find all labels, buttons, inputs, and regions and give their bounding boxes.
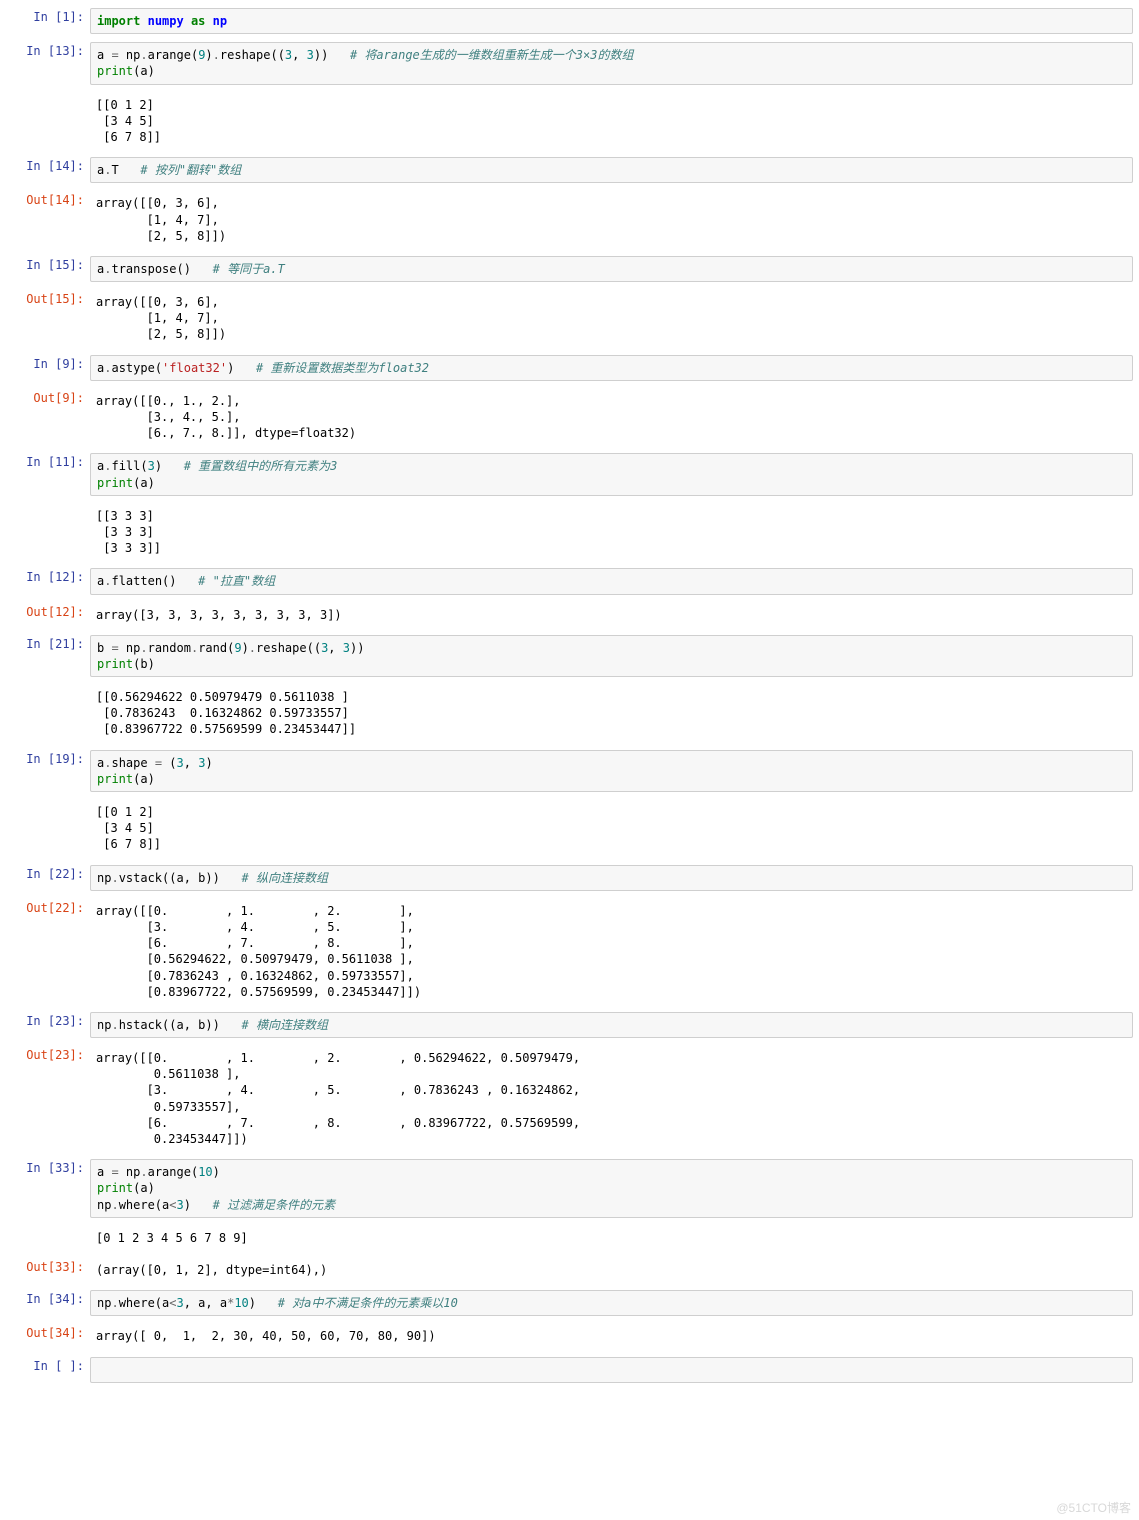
code-cell: In [1]:import numpy as np (0, 4, 1139, 38)
in-prompt: In [14]: (0, 155, 90, 185)
code-cell: In [21]:b = np.random.rand(9).reshape((3… (0, 631, 1139, 681)
code-cell: In [19]:a.shape = (3, 3) print(a) (0, 746, 1139, 796)
out-prompt: Out[22]: (0, 897, 90, 1006)
stream-row: [0 1 2 3 4 5 6 7 8 9] (0, 1222, 1139, 1254)
in-prompt: In [12]: (0, 566, 90, 596)
out-prompt: Out[34]: (0, 1322, 90, 1350)
output-row: Out[9]:array([[0., 1., 2.], [3., 4., 5.]… (0, 385, 1139, 450)
watermark: @51CTO博客 (1056, 1499, 1131, 1516)
execute-result: array([3, 3, 3, 3, 3, 3, 3, 3, 3]) (90, 603, 1133, 627)
execute-result: array([[0., 1., 2.], [3., 4., 5.], [6., … (90, 389, 1133, 446)
stream-output: [0 1 2 3 4 5 6 7 8 9] (90, 1226, 1133, 1250)
stream-row: [[0 1 2] [3 4 5] [6 7 8]] (0, 89, 1139, 154)
code-input[interactable]: np.vstack((a, b)) # 纵向连接数组 (90, 865, 1133, 891)
empty-prompt (0, 683, 90, 744)
output-row: Out[12]:array([3, 3, 3, 3, 3, 3, 3, 3, 3… (0, 599, 1139, 631)
code-cell: In [9]:a.astype('float32') # 重新设置数据类型为fl… (0, 351, 1139, 385)
code-input[interactable]: a.transpose() # 等同于a.T (90, 256, 1133, 282)
code-cell: In [23]:np.hstack((a, b)) # 横向连接数组 (0, 1008, 1139, 1042)
code-input[interactable]: a = np.arange(9).reshape((3, 3)) # 将aran… (90, 42, 1133, 84)
empty-prompt (0, 502, 90, 563)
code-cell: In [22]:np.vstack((a, b)) # 纵向连接数组 (0, 861, 1139, 895)
code-input[interactable] (90, 1357, 1133, 1383)
code-input[interactable]: b = np.random.rand(9).reshape((3, 3)) pr… (90, 635, 1133, 677)
notebook: In [1]:import numpy as npIn [13]:a = np.… (0, 0, 1139, 1397)
empty-prompt (0, 91, 90, 152)
code-input[interactable]: a.flatten() # "拉直"数组 (90, 568, 1133, 594)
out-prompt: Out[12]: (0, 601, 90, 629)
output-row: Out[15]:array([[0, 3, 6], [1, 4, 7], [2,… (0, 286, 1139, 351)
in-prompt: In [ ]: (0, 1355, 90, 1385)
in-prompt: In [13]: (0, 40, 90, 86)
execute-result: array([ 0, 1, 2, 30, 40, 50, 60, 70, 80,… (90, 1324, 1133, 1348)
code-cell: In [ ]: (0, 1353, 1139, 1387)
output-row: Out[22]:array([[0. , 1. , 2. ], [3. , 4.… (0, 895, 1139, 1008)
stream-output: [[0 1 2] [3 4 5] [6 7 8]] (90, 800, 1133, 857)
code-cell: In [12]:a.flatten() # "拉直"数组 (0, 564, 1139, 598)
in-prompt: In [15]: (0, 254, 90, 284)
code-input[interactable]: a = np.arange(10) print(a) np.where(a<3)… (90, 1159, 1133, 1218)
code-cell: In [13]:a = np.arange(9).reshape((3, 3))… (0, 38, 1139, 88)
stream-row: [[3 3 3] [3 3 3] [3 3 3]] (0, 500, 1139, 565)
code-input[interactable]: a.fill(3) # 重置数组中的所有元素为3 print(a) (90, 453, 1133, 495)
code-input[interactable]: import numpy as np (90, 8, 1133, 34)
code-cell: In [34]:np.where(a<3, a, a*10) # 对a中不满足条… (0, 1286, 1139, 1320)
in-prompt: In [34]: (0, 1288, 90, 1318)
out-prompt: Out[9]: (0, 387, 90, 448)
out-prompt: Out[23]: (0, 1044, 90, 1153)
out-prompt: Out[14]: (0, 189, 90, 250)
code-input[interactable]: a.shape = (3, 3) print(a) (90, 750, 1133, 792)
in-prompt: In [19]: (0, 748, 90, 794)
code-cell: In [14]:a.T # 按列"翻转"数组 (0, 153, 1139, 187)
stream-output: [[0.56294622 0.50979479 0.5611038 ] [0.7… (90, 685, 1133, 742)
in-prompt: In [9]: (0, 353, 90, 383)
code-input[interactable]: np.hstack((a, b)) # 横向连接数组 (90, 1012, 1133, 1038)
stream-row: [[0 1 2] [3 4 5] [6 7 8]] (0, 796, 1139, 861)
code-cell: In [15]:a.transpose() # 等同于a.T (0, 252, 1139, 286)
output-row: Out[34]:array([ 0, 1, 2, 30, 40, 50, 60,… (0, 1320, 1139, 1352)
code-input[interactable]: np.where(a<3, a, a*10) # 对a中不满足条件的元素乘以10 (90, 1290, 1133, 1316)
in-prompt: In [22]: (0, 863, 90, 893)
code-input[interactable]: a.astype('float32') # 重新设置数据类型为float32 (90, 355, 1133, 381)
code-input[interactable]: a.T # 按列"翻转"数组 (90, 157, 1133, 183)
execute-result: array([[0. , 1. , 2. ], [3. , 4. , 5. ],… (90, 899, 1133, 1004)
output-row: Out[14]:array([[0, 3, 6], [1, 4, 7], [2,… (0, 187, 1139, 252)
empty-prompt (0, 1224, 90, 1252)
execute-result: array([[0, 3, 6], [1, 4, 7], [2, 5, 8]]) (90, 191, 1133, 248)
in-prompt: In [21]: (0, 633, 90, 679)
in-prompt: In [11]: (0, 451, 90, 497)
execute-result: (array([0, 1, 2], dtype=int64),) (90, 1258, 1133, 1282)
out-prompt: Out[15]: (0, 288, 90, 349)
output-row: Out[33]:(array([0, 1, 2], dtype=int64),) (0, 1254, 1139, 1286)
execute-result: array([[0, 3, 6], [1, 4, 7], [2, 5, 8]]) (90, 290, 1133, 347)
code-cell: In [11]:a.fill(3) # 重置数组中的所有元素为3 print(a… (0, 449, 1139, 499)
in-prompt: In [23]: (0, 1010, 90, 1040)
out-prompt: Out[33]: (0, 1256, 90, 1284)
stream-output: [[0 1 2] [3 4 5] [6 7 8]] (90, 93, 1133, 150)
stream-output: [[3 3 3] [3 3 3] [3 3 3]] (90, 504, 1133, 561)
output-row: Out[23]:array([[0. , 1. , 2. , 0.5629462… (0, 1042, 1139, 1155)
empty-prompt (0, 798, 90, 859)
stream-row: [[0.56294622 0.50979479 0.5611038 ] [0.7… (0, 681, 1139, 746)
in-prompt: In [33]: (0, 1157, 90, 1220)
code-cell: In [33]:a = np.arange(10) print(a) np.wh… (0, 1155, 1139, 1222)
in-prompt: In [1]: (0, 6, 90, 36)
execute-result: array([[0. , 1. , 2. , 0.56294622, 0.509… (90, 1046, 1133, 1151)
